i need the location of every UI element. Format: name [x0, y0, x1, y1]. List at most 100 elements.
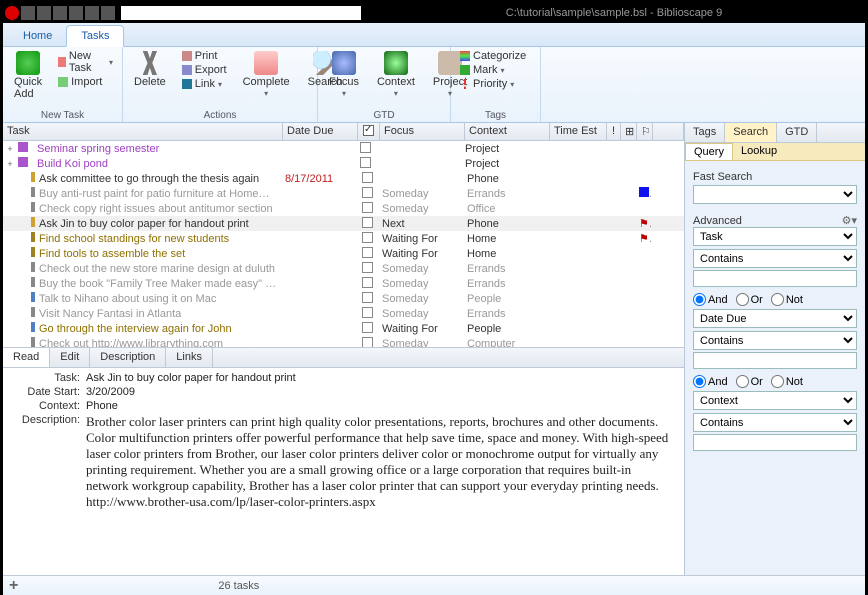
adv-field-1[interactable]: Task	[693, 227, 857, 246]
task-row[interactable]: Ask Jin to buy color paper for handout p…	[3, 216, 684, 231]
focus-button[interactable]: Focus▾	[324, 49, 364, 100]
sp-tab-search[interactable]: Search	[725, 123, 777, 142]
context-button[interactable]: Context▾	[372, 49, 420, 100]
task-complete-cb[interactable]	[356, 277, 378, 291]
col-context[interactable]: Context	[465, 123, 550, 140]
categorize-button[interactable]: Categorize	[457, 49, 529, 63]
task-complete-cb[interactable]	[356, 337, 378, 349]
task-due: 8/17/2011	[281, 173, 356, 185]
sp-tab-gtd[interactable]: GTD	[777, 123, 817, 142]
adv-op-1[interactable]: Contains	[693, 249, 857, 268]
col-flag[interactable]: ⚐	[637, 123, 653, 140]
tab-tasks[interactable]: Tasks	[66, 25, 124, 47]
complete-button[interactable]: Complete▾	[238, 49, 295, 100]
r-or-1[interactable]: Or	[736, 293, 763, 306]
task-complete-cb[interactable]	[356, 202, 378, 216]
task-row[interactable]: Check out http://www.librarything.comSom…	[3, 336, 684, 348]
task-row[interactable]: Check out the new store marine design at…	[3, 261, 684, 276]
col-task[interactable]: Task	[3, 123, 283, 140]
priority-button[interactable]: Priority▾	[457, 77, 529, 91]
r-and-2[interactable]: And	[693, 375, 728, 388]
r-not-1[interactable]: Not	[771, 293, 803, 306]
task-row[interactable]: Find school standings for new studentsWa…	[3, 231, 684, 246]
task-complete-cb[interactable]	[356, 307, 378, 321]
adv-op-2[interactable]: Contains	[693, 331, 857, 350]
adv-op-3[interactable]: Contains	[693, 413, 857, 432]
col-grid-icon[interactable]: ⊞	[621, 123, 637, 140]
task-type-icon	[17, 172, 35, 185]
import-button[interactable]: Import	[55, 75, 116, 89]
import-icon	[58, 77, 68, 87]
expand-icon[interactable]: +	[3, 159, 17, 169]
task-complete-cb[interactable]	[356, 322, 378, 336]
adv-field-3[interactable]: Context	[693, 391, 857, 410]
fast-search-select[interactable]	[693, 185, 857, 204]
adv-value-3[interactable]	[693, 434, 857, 451]
task-complete-cb[interactable]	[354, 157, 376, 171]
adv-radios-2: And Or Not	[693, 375, 857, 388]
task-flag[interactable]: ⚑	[635, 217, 651, 230]
col-priority[interactable]: !	[607, 123, 621, 140]
task-complete-cb[interactable]	[356, 292, 378, 306]
col-time-est[interactable]: Time Est	[550, 123, 607, 140]
task-complete-cb[interactable]	[356, 262, 378, 276]
task-row[interactable]: Check copy right issues about antitumor …	[3, 201, 684, 216]
task-flag[interactable]	[635, 187, 651, 200]
adv-value-2[interactable]	[693, 352, 857, 369]
print-button[interactable]: Print	[179, 49, 230, 63]
task-complete-cb[interactable]	[356, 172, 378, 186]
task-flag[interactable]: ⚑	[635, 232, 651, 245]
task-row[interactable]: Go through the interview again for JohnW…	[3, 321, 684, 336]
task-row[interactable]: Ask committee to go through the thesis a…	[3, 171, 684, 186]
delete-button[interactable]: Delete	[129, 49, 171, 90]
dtab-links[interactable]: Links	[166, 348, 213, 367]
link-button[interactable]: Link▾	[179, 77, 230, 91]
quick-add-button[interactable]: Quick Add	[9, 49, 47, 102]
r-and-1[interactable]: And	[693, 293, 728, 306]
task-row[interactable]: +Build Koi pondProject	[3, 156, 684, 171]
dtab-edit[interactable]: Edit	[50, 348, 90, 367]
export-button[interactable]: Export	[179, 63, 230, 77]
col-complete[interactable]	[358, 123, 380, 140]
detail-date-val: 3/20/2009	[86, 386, 676, 398]
sp-sub-lookup[interactable]: Lookup	[733, 143, 785, 160]
export-icon	[182, 65, 192, 75]
col-focus[interactable]: Focus	[380, 123, 465, 140]
task-complete-cb[interactable]	[356, 217, 378, 231]
task-row[interactable]: Buy anti-rust paint for patio furniture …	[3, 186, 684, 201]
tb-btn-1[interactable]	[21, 6, 35, 20]
task-list[interactable]: +Seminar spring semesterProject+Build Ko…	[3, 141, 684, 348]
task-row[interactable]: Find tools to assemble the setWaiting Fo…	[3, 246, 684, 261]
task-row[interactable]: Visit Nancy Fantasi in AtlantaSomedayErr…	[3, 306, 684, 321]
sp-tab-tags[interactable]: Tags	[685, 123, 725, 142]
tb-btn-6[interactable]	[101, 6, 115, 20]
task-complete-cb[interactable]	[354, 142, 376, 156]
tb-btn-4[interactable]	[69, 6, 83, 20]
task-complete-cb[interactable]	[356, 187, 378, 201]
expand-icon[interactable]: +	[3, 144, 17, 154]
task-row[interactable]: Talk to Nihano about using it on MacSome…	[3, 291, 684, 306]
tb-btn-2[interactable]	[37, 6, 51, 20]
gear-icon[interactable]: ⚙▾	[842, 214, 857, 227]
r-or-2[interactable]: Or	[736, 375, 763, 388]
task-complete-cb[interactable]	[356, 247, 378, 261]
dtab-description[interactable]: Description	[90, 348, 166, 367]
new-task-button[interactable]: New Task▾	[55, 49, 116, 75]
adv-value-1[interactable]	[693, 270, 857, 287]
tab-home[interactable]: Home	[9, 26, 66, 46]
r-not-2[interactable]: Not	[771, 375, 803, 388]
task-type-icon	[17, 322, 35, 335]
sp-sub-query[interactable]: Query	[685, 143, 733, 160]
dtab-read[interactable]: Read	[3, 348, 50, 367]
task-row[interactable]: Buy the book "Family Tree Maker made eas…	[3, 276, 684, 291]
task-row[interactable]: +Seminar spring semesterProject	[3, 141, 684, 156]
app-icon[interactable]	[5, 6, 19, 20]
status-add-button[interactable]: +	[9, 577, 18, 595]
tb-btn-5[interactable]	[85, 6, 99, 20]
mark-button[interactable]: Mark▾	[457, 63, 529, 77]
adv-field-2[interactable]: Date Due	[693, 309, 857, 328]
task-complete-cb[interactable]	[356, 232, 378, 246]
quick-search-input[interactable]	[121, 6, 361, 20]
col-date-due[interactable]: Date Due	[283, 123, 358, 140]
tb-btn-3[interactable]	[53, 6, 67, 20]
